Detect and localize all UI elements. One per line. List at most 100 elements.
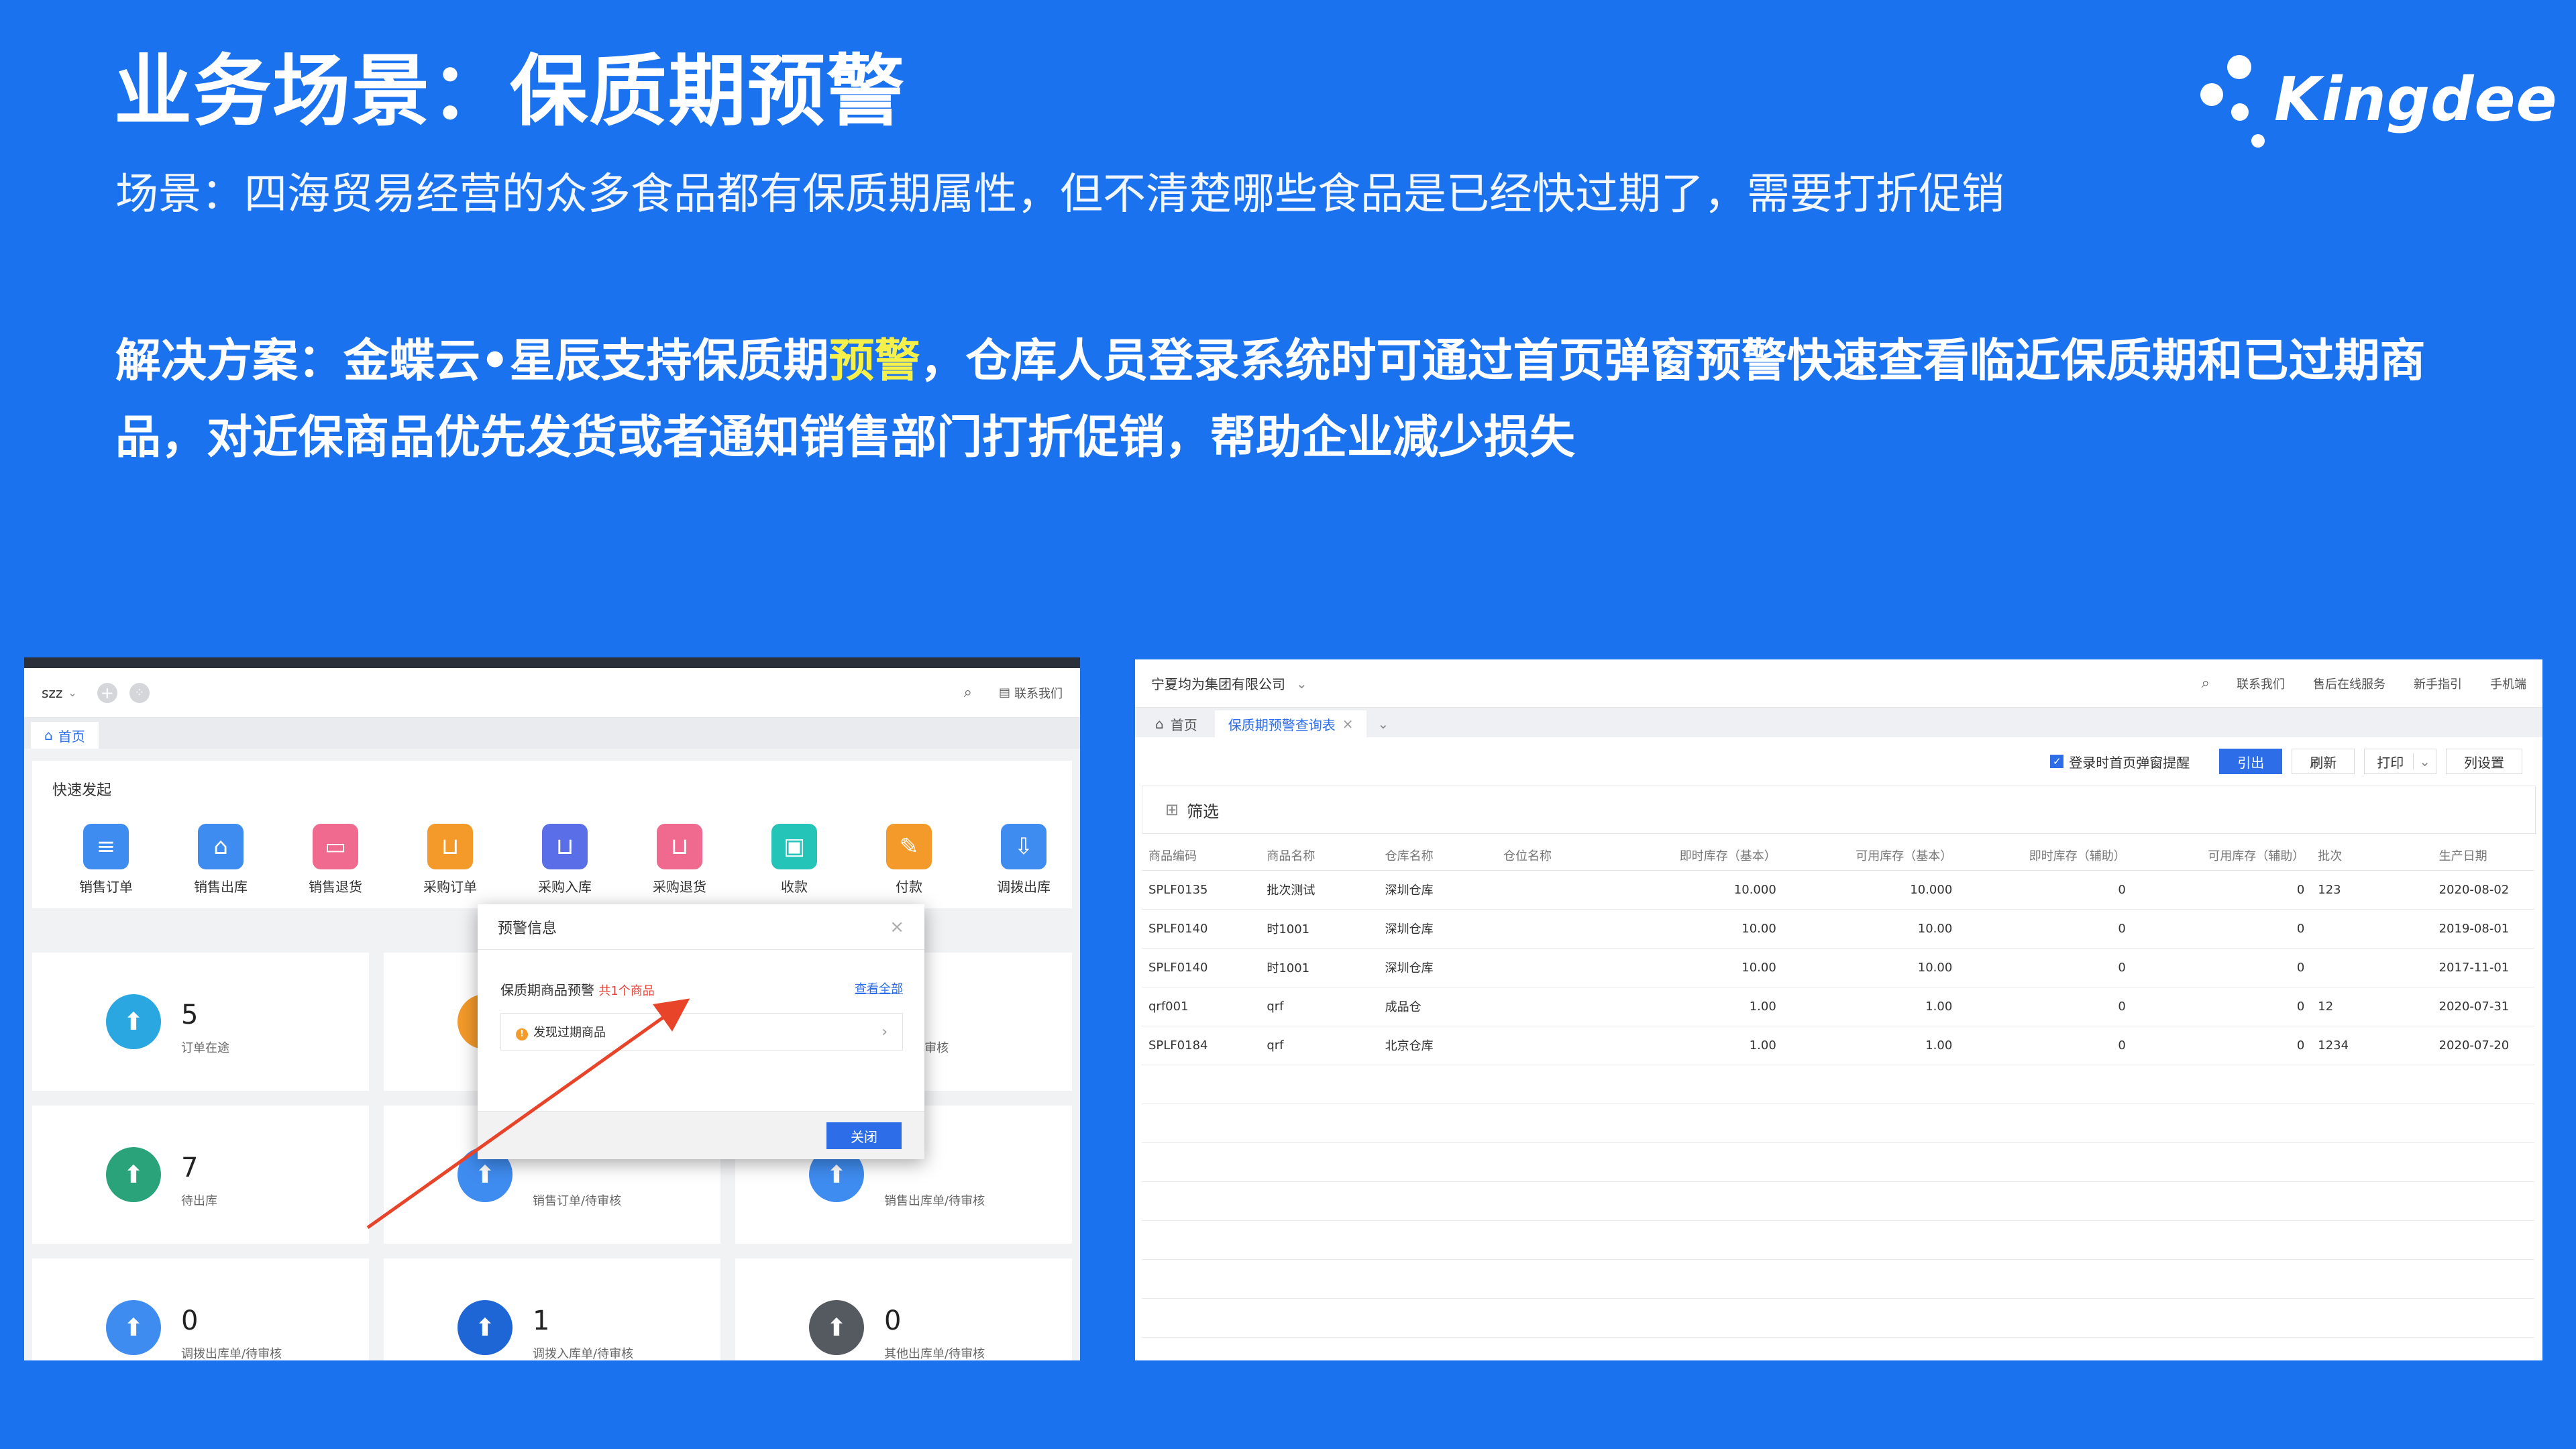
empty-cell bbox=[2311, 1065, 2432, 1104]
table-row[interactable]: SPLF0184 qrf 北京仓库 1.00 1.00 0 0 1234 2020-07-20 bbox=[1142, 1026, 2534, 1065]
user-menu[interactable]: szz bbox=[42, 685, 62, 701]
close-icon[interactable]: × bbox=[1342, 716, 1354, 732]
home-icon: ⌂ bbox=[44, 727, 53, 743]
contact-link[interactable]: 联系我们 bbox=[1014, 684, 1063, 702]
column-header[interactable]: 即时库存（辅助） bbox=[1959, 841, 2133, 871]
empty-cell bbox=[1496, 1104, 1615, 1143]
contact-link[interactable]: 联系我们 bbox=[2237, 675, 2285, 692]
empty-cell bbox=[2432, 1337, 2534, 1360]
solution-pre: 解决方案：金蝶云•星辰支持保质期 bbox=[115, 335, 829, 388]
column-header[interactable]: 商品编码 bbox=[1142, 841, 1260, 871]
stat-card[interactable]: ⬆ 5 订单在途 bbox=[32, 953, 369, 1091]
empty-cell bbox=[1378, 1259, 1497, 1299]
column-header[interactable]: 仓库名称 bbox=[1378, 841, 1497, 871]
contact-icon[interactable]: ▤ bbox=[999, 686, 1010, 700]
empty-cell bbox=[1782, 1298, 1960, 1338]
table-row[interactable]: qrf001 qrf 成品仓 1.00 1.00 0 0 12 2020-07-31 bbox=[1142, 987, 2534, 1026]
stat-card-label: 订单在途 bbox=[181, 1041, 229, 1055]
empty-cell bbox=[1615, 1181, 1783, 1221]
warning-dialog: 预警信息 × 保质期商品预警 共1个商品 查看全部 ! 发现过期商品 › 关闭 bbox=[478, 904, 924, 1159]
table-cell bbox=[2311, 909, 2432, 949]
quick-item-glyph: ⊔ bbox=[555, 833, 574, 860]
filter-panel[interactable]: ⊞ 筛选 bbox=[1142, 786, 2536, 834]
export-button[interactable]: 引出 bbox=[2219, 749, 2283, 774]
empty-cell bbox=[1260, 1220, 1379, 1260]
tab-home[interactable]: ⌂ 首页 bbox=[31, 722, 99, 749]
empty-cell bbox=[1260, 1065, 1379, 1104]
column-header[interactable]: 生产日期 bbox=[2432, 841, 2534, 871]
quick-item[interactable]: ≡ 销售订单 bbox=[66, 824, 146, 896]
quick-item-label: 采购入库 bbox=[538, 879, 592, 895]
stat-card-label: 销售订单/待审核 bbox=[533, 1194, 622, 1208]
table-cell bbox=[1496, 948, 1615, 987]
empty-table-row bbox=[1142, 1337, 2534, 1360]
stat-card[interactable]: ⬆ 0 其他出库单/待审核 bbox=[735, 1258, 1072, 1360]
quick-item[interactable]: ⌂ 销售出库 bbox=[180, 824, 261, 896]
table-row[interactable]: SPLF0140 时1001 深圳仓库 10.00 10.00 0 0 2019-08-01 bbox=[1142, 909, 2534, 949]
table-cell: 12 bbox=[2311, 987, 2432, 1026]
chevron-down-icon[interactable]: ⌄ bbox=[1296, 676, 1307, 692]
empty-cell bbox=[2132, 1337, 2312, 1360]
column-header[interactable]: 可用库存（辅助） bbox=[2132, 841, 2312, 871]
search-icon[interactable]: ⌕ bbox=[964, 684, 972, 701]
apps-icon[interactable]: ⁘ bbox=[129, 682, 150, 703]
refresh-button[interactable]: 刷新 bbox=[2292, 749, 2355, 774]
column-header[interactable]: 商品名称 bbox=[1260, 841, 1379, 871]
quick-item-glyph: ⌂ bbox=[213, 833, 228, 860]
quick-item[interactable]: ⊔ 采购退货 bbox=[639, 824, 720, 896]
quick-item[interactable]: ⊔ 采购入库 bbox=[525, 824, 605, 896]
service-link[interactable]: 售后在线服务 bbox=[2313, 675, 2385, 692]
empty-cell bbox=[2311, 1104, 2432, 1143]
home-icon: ⌂ bbox=[1155, 716, 1164, 732]
table-cell: 2019-08-01 bbox=[2432, 909, 2534, 949]
mobile-link[interactable]: 手机端 bbox=[2490, 675, 2526, 692]
quick-item[interactable]: ⊔ 采购订单 bbox=[410, 824, 490, 896]
tab-more-chevron-icon[interactable]: ⌄ bbox=[1371, 710, 1395, 737]
empty-cell bbox=[1615, 1065, 1783, 1104]
column-header[interactable]: 可用库存（基本） bbox=[1782, 841, 1960, 871]
empty-cell bbox=[2132, 1181, 2312, 1221]
quick-item-glyph: ▭ bbox=[324, 833, 347, 860]
right-tabbar: ⌂ 首页 保质期预警查询表 × ⌄ bbox=[1135, 708, 2542, 737]
quick-item-glyph: ⇩ bbox=[1014, 833, 1034, 860]
table-row[interactable]: SPLF0140 时1001 深圳仓库 10.00 10.00 0 0 2017-11-01 bbox=[1142, 948, 2534, 987]
view-all-link[interactable]: 查看全部 bbox=[855, 979, 903, 999]
empty-cell bbox=[1782, 1142, 1960, 1182]
quick-item[interactable]: ✎ 付款 bbox=[869, 824, 949, 896]
print-button[interactable]: 打印 ⌄ bbox=[2364, 749, 2436, 774]
quick-item[interactable]: ▣ 收款 bbox=[754, 824, 835, 896]
table-cell: qrf bbox=[1260, 987, 1379, 1026]
column-settings-button[interactable]: 列设置 bbox=[2446, 749, 2522, 774]
table-row[interactable]: SPLF0135 批次测试 深圳仓库 10.000 10.000 0 0 123 2020-08… bbox=[1142, 870, 2534, 910]
chevron-down-icon[interactable]: ⌄ bbox=[68, 686, 76, 699]
shelf-life-warning-label: 保质期商品预警 bbox=[500, 982, 594, 998]
table-cell: 1.00 bbox=[1615, 1026, 1783, 1065]
tab-shelf-life-report[interactable]: 保质期预警查询表 × bbox=[1214, 710, 1367, 737]
popup-reminder-checkbox[interactable]: ✓ 登录时首页弹窗提醒 bbox=[2050, 752, 2190, 771]
quick-item-label: 采购订单 bbox=[423, 879, 477, 895]
expand-icon[interactable]: ⊞ bbox=[1165, 800, 1179, 819]
warning-count: 共1个商品 bbox=[598, 984, 655, 998]
search-icon[interactable]: ⌕ bbox=[2202, 675, 2210, 692]
stat-card[interactable]: ⬆ 1 调拨入库单/待审核 bbox=[384, 1258, 720, 1360]
quick-item-label: 销售出库 bbox=[194, 879, 248, 895]
column-header[interactable]: 即时库存（基本） bbox=[1615, 841, 1783, 871]
expired-item-row[interactable]: ! 发现过期商品 › bbox=[500, 1013, 903, 1051]
stat-card[interactable]: ⬆ 0 调拨出库单/待审核 bbox=[32, 1258, 369, 1360]
stat-card[interactable]: ⬆ 7 待出库 bbox=[32, 1106, 369, 1244]
add-icon[interactable]: + bbox=[97, 682, 117, 703]
empty-cell bbox=[2311, 1259, 2432, 1299]
company-selector[interactable]: 宁夏均为集团有限公司 bbox=[1151, 674, 1285, 693]
table-cell bbox=[1496, 870, 1615, 910]
close-icon[interactable]: × bbox=[890, 917, 904, 937]
tab-home[interactable]: ⌂ 首页 bbox=[1142, 710, 1211, 737]
column-header[interactable]: 仓位名称 bbox=[1496, 841, 1615, 871]
empty-cell bbox=[1959, 1104, 2133, 1143]
quick-item[interactable]: ▭ 销售退货 bbox=[295, 824, 376, 896]
column-header[interactable]: 批次 bbox=[2311, 841, 2432, 871]
quick-item[interactable]: ⇩ 调拨出库 bbox=[983, 824, 1064, 896]
stat-card-icon: ⬆ bbox=[458, 1300, 513, 1355]
chevron-down-icon[interactable]: ⌄ bbox=[2413, 753, 2436, 769]
guide-link[interactable]: 新手指引 bbox=[2414, 675, 2462, 692]
close-button[interactable]: 关闭 bbox=[826, 1122, 902, 1149]
